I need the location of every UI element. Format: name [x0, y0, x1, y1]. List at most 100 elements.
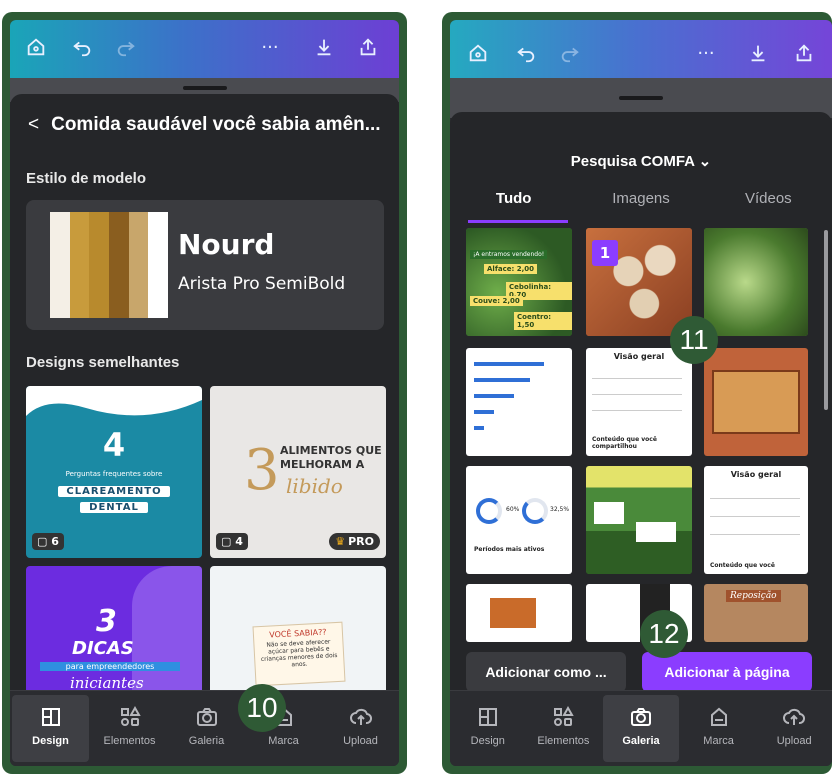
- phone-frame-right: ··· Pesquisa COMFA ⌄ Tudo Imagens Vídeos…: [442, 12, 832, 774]
- download-icon[interactable]: [312, 36, 336, 60]
- drag-handle[interactable]: [619, 96, 663, 100]
- filter-tabs: Tudo Imagens Vídeos: [450, 190, 832, 223]
- tile-label: CLAREAMENTO: [58, 486, 170, 497]
- step-marker: 12: [640, 610, 688, 658]
- stat-value: 60%: [506, 506, 520, 513]
- add-as-button[interactable]: Adicionar como ...: [466, 652, 626, 690]
- layout-icon: [478, 708, 497, 726]
- overlay-heading: ¡A entramos vendendo!: [470, 250, 548, 259]
- design-thumbnail[interactable]: 4 Perguntas frequentes sobre CLAREAMENTO…: [26, 386, 202, 558]
- color-swatch: [50, 212, 169, 318]
- upload-cloud-icon: [783, 708, 806, 725]
- person-photo: [132, 566, 202, 690]
- camera-icon: [196, 708, 217, 726]
- home-icon[interactable]: [24, 36, 48, 60]
- tab-elementos[interactable]: Elementos: [526, 691, 602, 766]
- gallery-image[interactable]: Visão geral Conteúdo que você: [704, 466, 808, 574]
- share-icon[interactable]: [792, 42, 816, 66]
- tile-line: para empreendedores: [40, 662, 180, 671]
- brand-icon: [710, 707, 727, 726]
- design-thumbnail[interactable]: 3 ALIMENTOS QUE MELHORAM A libido ▢ 4 ♛ P…: [210, 386, 386, 558]
- redo-icon[interactable]: [558, 42, 582, 66]
- drag-handle[interactable]: [182, 86, 227, 90]
- gallery-image[interactable]: [466, 348, 572, 456]
- price-label: Alface: 2,00: [484, 264, 537, 274]
- gallery-image[interactable]: 60% 32,5% Períodos mais ativos: [466, 466, 572, 574]
- price-label: Coentro: 1,50: [514, 312, 572, 330]
- undo-icon[interactable]: [70, 36, 94, 60]
- back-icon[interactable]: <: [28, 114, 39, 136]
- tab-label: Upload: [776, 735, 812, 747]
- home-icon[interactable]: [466, 42, 490, 66]
- shapes-icon: [120, 705, 141, 726]
- wave-graphic: [26, 386, 202, 416]
- style-card[interactable]: Nourd Arista Pro SemiBold: [26, 200, 384, 330]
- more-icon[interactable]: ···: [258, 36, 282, 60]
- gallery-image[interactable]: [704, 348, 808, 456]
- tab-design[interactable]: Design: [12, 695, 89, 762]
- scrollbar[interactable]: [824, 230, 828, 410]
- tab-galeria[interactable]: Galeria: [603, 695, 679, 762]
- design-thumbnail[interactable]: VOCÊ SABIA?? Não se deve aferecer açúcar…: [210, 566, 386, 690]
- price-label: Couve: 2,00: [470, 296, 523, 306]
- similar-section-title: Designs semelhantes: [26, 354, 180, 371]
- gallery-image[interactable]: Visão geral Conteúdo que você compartilh…: [586, 348, 692, 456]
- tab-design[interactable]: Design: [450, 691, 526, 766]
- tab-label: Marca: [268, 735, 299, 747]
- tile-line: iniciantes: [70, 674, 144, 690]
- page-count-badge: ▢ 4: [216, 533, 248, 550]
- note-text: Não se deve aferecer açúcar para bebês e…: [260, 638, 338, 669]
- more-icon[interactable]: ···: [694, 42, 718, 66]
- download-icon[interactable]: [746, 42, 770, 66]
- bottom-tab-bar: Design Elementos Galeria Marca Upload: [10, 690, 399, 766]
- step-marker: 10: [238, 684, 286, 732]
- redo-icon[interactable]: [114, 36, 138, 60]
- tab-elementos[interactable]: Elementos: [91, 691, 168, 766]
- search-title[interactable]: Pesquisa COMFA ⌄: [450, 152, 832, 170]
- tab-videos[interactable]: Vídeos: [705, 190, 832, 222]
- tile-number: 3: [96, 604, 117, 639]
- tab-upload[interactable]: Upload: [322, 691, 399, 766]
- tab-imagens[interactable]: Imagens: [577, 190, 704, 222]
- tab-label: Marca: [703, 735, 734, 747]
- tab-label: Elementos: [103, 735, 156, 747]
- chevron-down-icon: ⌄: [698, 153, 712, 170]
- phone-frame-left: ··· < Comida saudável você sabia amên... …: [2, 12, 407, 774]
- tab-label: Design: [32, 735, 69, 747]
- gallery-image[interactable]: Reposição: [704, 584, 808, 642]
- tab-marca[interactable]: Marca: [681, 691, 757, 766]
- stat-value: 32,5%: [550, 506, 570, 513]
- active-tab-indicator: [468, 220, 568, 223]
- stats-footer: Períodos mais ativos: [474, 546, 545, 553]
- note-card: VOCÊ SABIA?? Não se deve aferecer açúcar…: [252, 621, 346, 687]
- selected-badge: 1: [592, 240, 618, 266]
- gallery-image[interactable]: [586, 466, 692, 574]
- style-name: Nourd: [178, 228, 275, 261]
- pro-badge: ♛ PRO: [329, 533, 380, 550]
- undo-icon[interactable]: [514, 42, 538, 66]
- panel-header: < Comida saudável você sabia amên...: [28, 114, 381, 136]
- tab-tudo[interactable]: Tudo: [450, 190, 577, 222]
- top-toolbar: ···: [10, 20, 399, 78]
- gallery-image[interactable]: [466, 584, 572, 642]
- tab-label: Upload: [343, 735, 378, 747]
- crown-icon: ♛: [335, 535, 346, 548]
- gallery-image[interactable]: 1: [586, 228, 692, 336]
- gallery-image[interactable]: ¡A entramos vendendo! Alface: 2,00 Cebol…: [466, 228, 572, 336]
- layout-icon: [41, 708, 60, 726]
- tile-line: ALIMENTOS QUE: [280, 444, 382, 457]
- gallery-image[interactable]: [704, 228, 808, 336]
- tab-galeria[interactable]: Galeria: [168, 691, 245, 766]
- page-count-badge: ▢ 6: [32, 533, 64, 550]
- share-icon[interactable]: [356, 36, 380, 60]
- tab-label: Elementos: [537, 735, 590, 747]
- design-thumbnail[interactable]: 3 DICAS para empreendedores iniciantes: [26, 566, 202, 690]
- style-section-title: Estilo de modelo: [26, 170, 147, 187]
- upload-cloud-icon: [349, 708, 372, 725]
- tab-label: Design: [470, 735, 505, 747]
- shapes-icon: [554, 705, 575, 726]
- tab-upload[interactable]: Upload: [756, 691, 832, 766]
- tile-line: DICAS: [72, 638, 134, 659]
- screen-right: ··· Pesquisa COMFA ⌄ Tudo Imagens Vídeos…: [450, 20, 832, 766]
- top-toolbar: ···: [450, 20, 832, 78]
